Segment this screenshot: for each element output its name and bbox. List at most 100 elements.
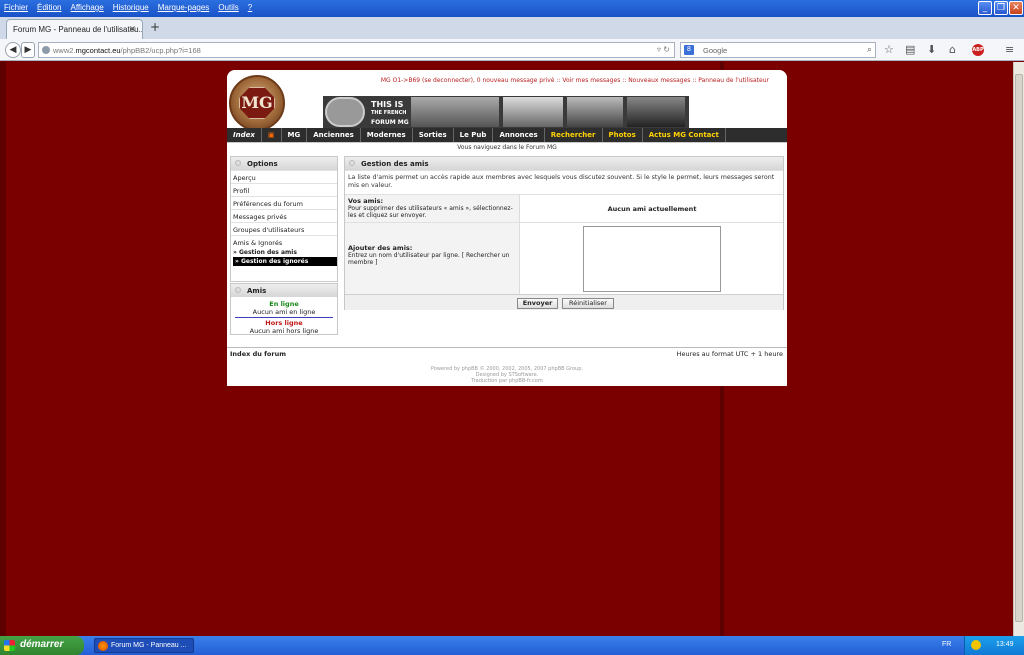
- clock: 13:49: [996, 641, 1014, 648]
- mg-logo[interactable]: MG: [229, 75, 285, 131]
- new-tab-icon[interactable]: +: [150, 20, 160, 34]
- form-actions: Envoyer Réinitialiser: [345, 294, 783, 310]
- forward-icon[interactable]: ▶: [21, 42, 35, 58]
- menu-anciennes[interactable]: Anciennes: [307, 128, 361, 142]
- forum-banner: THIS IS THE FRENCH FORUM MG: [323, 96, 689, 128]
- sidebar-sub-ignored[interactable]: » Gestion des ignorés: [233, 257, 337, 266]
- menu-modernes[interactable]: Modernes: [361, 128, 413, 142]
- menu-le-pub[interactable]: Le Pub: [454, 128, 494, 142]
- reload-icon[interactable]: ▿ ↻: [657, 45, 670, 54]
- menu-photos[interactable]: Photos: [603, 128, 643, 142]
- back-icon[interactable]: ◀: [5, 42, 21, 58]
- menu-affichage[interactable]: Affichage: [70, 3, 103, 12]
- menu-annonces[interactable]: Annonces: [493, 128, 545, 142]
- add-friends-help[interactable]: Entrez un nom d'utilisateur par ligne. […: [348, 252, 509, 266]
- your-friends-label: Vos amis:: [348, 197, 384, 205]
- tab-title: Forum MG - Panneau de l'utilisateu...: [13, 25, 143, 34]
- banner-text: THIS IS THE FRENCH FORUM MG: [371, 100, 409, 127]
- menu-outils[interactable]: Outils: [218, 3, 238, 12]
- restore-icon[interactable]: ❐: [994, 1, 1008, 15]
- add-friends-textarea[interactable]: [583, 226, 721, 292]
- main-title: Gestion des amis: [361, 160, 429, 168]
- sidebar-item-groupes[interactable]: Groupes d'utilisateurs: [231, 222, 337, 235]
- browser-tab[interactable]: Forum MG - Panneau de l'utilisateu... ✕: [6, 19, 143, 39]
- reset-button[interactable]: Réinitialiser: [562, 298, 614, 309]
- menu-marque-pages[interactable]: Marque-pages: [158, 3, 210, 12]
- firefox-icon: [98, 641, 108, 651]
- menu-help[interactable]: ?: [248, 3, 252, 12]
- sidebar-sub-friends[interactable]: » Gestion des amis: [233, 249, 337, 256]
- top-links-text[interactable]: MG O1->B69 (se deconnecter), 0 nouveau m…: [381, 77, 769, 84]
- menu-actus[interactable]: Actus MG Contact: [643, 128, 726, 142]
- submit-button[interactable]: Envoyer: [517, 298, 558, 309]
- minimize-icon[interactable]: _: [978, 1, 992, 15]
- banner-photo-racecar: [503, 97, 563, 127]
- forum-page: MG O1->B69 (se deconnecter), 0 nouveau m…: [227, 70, 787, 386]
- sidebar-item-preferences[interactable]: Préférences du forum: [231, 196, 337, 209]
- main-header: Gestion des amis: [345, 157, 783, 170]
- friends-management-panel: Gestion des amis La liste d'amis permet …: [344, 156, 784, 310]
- banner-line1: THIS IS: [371, 100, 404, 109]
- header-divider: [227, 142, 787, 143]
- url-bar[interactable]: www2.mgcontact.eu/phpBB2/ucp.php?i=168 ▿…: [38, 42, 675, 58]
- forum-index-link[interactable]: Index du forum: [230, 350, 286, 358]
- menu-rechercher[interactable]: Rechercher: [545, 128, 603, 142]
- download-icon[interactable]: ⬇: [927, 43, 936, 56]
- your-friends-value-cell: Aucun ami actuellement: [521, 195, 783, 222]
- bookmark-star-icon[interactable]: ☆: [884, 43, 894, 56]
- site-identity-icon[interactable]: [42, 46, 50, 54]
- nav-breadcrumb: Vous naviguez dans le Forum MG: [457, 144, 557, 151]
- menu-list: Fichier Édition Affichage Historique Mar…: [4, 3, 252, 12]
- panel-bullet-icon: [349, 160, 355, 166]
- menu-edition[interactable]: Édition: [37, 3, 61, 12]
- taskbar-item-label: Forum MG - Panneau ...: [111, 642, 187, 649]
- adblock-icon[interactable]: ABP: [972, 44, 984, 56]
- url-host: mgcontact.eu: [75, 46, 121, 55]
- menu-fichier[interactable]: Fichier: [4, 3, 28, 12]
- panel-bullet-icon: [235, 160, 241, 166]
- online-label: En ligne: [269, 300, 299, 308]
- menu-historique[interactable]: Historique: [113, 3, 149, 12]
- menu-sorties[interactable]: Sorties: [413, 128, 454, 142]
- friends-group-label[interactable]: Amis & Ignorés: [233, 239, 282, 247]
- page-shadow: [0, 62, 6, 636]
- language-indicator[interactable]: FR: [942, 641, 951, 648]
- search-bar[interactable]: 8 Google ⌕: [680, 42, 876, 58]
- menu-index[interactable]: Index: [227, 128, 262, 142]
- hamburger-menu-icon[interactable]: ≡: [1005, 43, 1014, 56]
- no-online-text: Aucun ami en ligne: [252, 308, 316, 316]
- your-friends-help: Pour supprimer des utilisateurs « amis »…: [348, 205, 513, 219]
- menu-mg[interactable]: MG: [282, 128, 308, 142]
- sidebar-item-profil[interactable]: Profil: [231, 183, 337, 196]
- window-menubar: Fichier Édition Affichage Historique Mar…: [0, 0, 1024, 17]
- no-offline-text: Aucun ami hors ligne: [249, 327, 319, 335]
- sidebar-item-amis-ignores: Amis & Ignorés » Gestion des amis » Gest…: [231, 235, 337, 275]
- close-window-icon[interactable]: ✕: [1009, 1, 1023, 15]
- home-icon[interactable]: ⌂: [949, 43, 956, 56]
- sidebar-item-apercu[interactable]: Aperçu: [231, 170, 337, 183]
- bookmarks-list-icon[interactable]: ▤: [905, 43, 915, 56]
- amis-header: Amis: [231, 284, 337, 297]
- panel-bullet-icon: [235, 287, 241, 293]
- start-button[interactable]: démarrer: [0, 636, 84, 655]
- add-friends-row: Ajouter des amis: Entrez un nom d'utilis…: [345, 222, 783, 294]
- vertical-scrollbar[interactable]: [1013, 62, 1024, 636]
- scrollbar-thumb[interactable]: [1015, 74, 1023, 622]
- search-engine-icon[interactable]: 8: [684, 45, 694, 55]
- offline-label: Hors ligne: [265, 319, 303, 327]
- taskbar-item-firefox[interactable]: Forum MG - Panneau ...: [94, 638, 194, 653]
- logo-text: MG: [241, 93, 273, 112]
- tab-close-icon[interactable]: ✕: [128, 24, 136, 35]
- sidebar-item-messages[interactable]: Messages privés: [231, 209, 337, 222]
- add-friends-label: Ajouter des amis:: [348, 244, 413, 252]
- banner-photo-cars: [411, 97, 499, 127]
- tray-app-icon[interactable]: [971, 640, 981, 650]
- credit-line3: Traduction par phpBB-fr.com: [471, 378, 543, 384]
- search-icon[interactable]: ⌕: [867, 44, 872, 55]
- friends-status-panel: Amis En ligne Aucun ami en ligne Hors li…: [230, 283, 338, 335]
- menu-home-icon[interactable]: ▣: [262, 128, 282, 142]
- timezone-text: Heures au format UTC + 1 heure: [676, 350, 783, 358]
- no-friends-text: Aucun ami actuellement: [607, 205, 697, 213]
- navigation-toolbar: ◀ ▶ www2.mgcontact.eu/phpBB2/ucp.php?i=1…: [0, 39, 1024, 61]
- url-path: /phpBB2/ucp.php?i=168: [120, 46, 201, 55]
